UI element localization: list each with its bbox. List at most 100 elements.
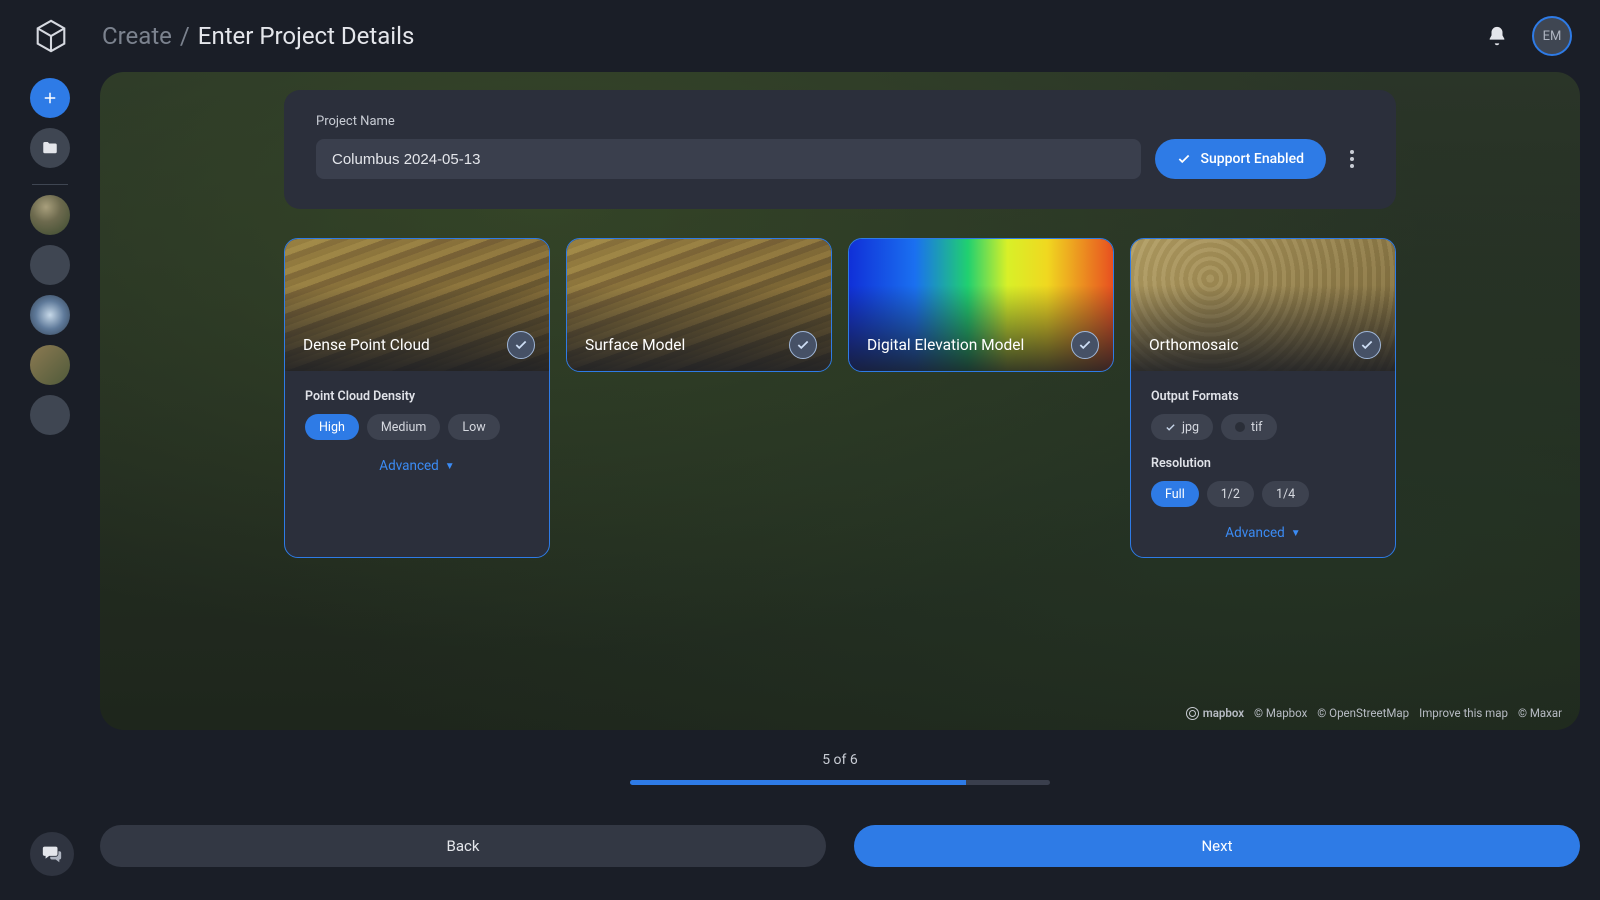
resolution-quarter[interactable]: 1/4: [1262, 481, 1309, 507]
card-title-row: Digital Elevation Model: [867, 331, 1099, 359]
caret-down-icon: ▼: [1291, 528, 1301, 539]
map-attribution: mapbox © Mapbox © OpenStreetMap Improve …: [1186, 706, 1562, 720]
format-jpg-label: jpg: [1182, 420, 1199, 435]
attrib-maxar[interactable]: © Maxar: [1518, 706, 1562, 720]
card-title: Orthomosaic: [1149, 336, 1239, 354]
breadcrumb-root[interactable]: Create: [102, 22, 172, 50]
density-medium[interactable]: Medium: [367, 414, 440, 440]
check-icon: [1177, 152, 1191, 166]
advanced-toggle[interactable]: Advanced ▼: [1151, 525, 1375, 541]
kebab-icon: [1350, 150, 1354, 168]
check-icon: [796, 338, 810, 352]
recent-project-5[interactable]: [30, 395, 70, 435]
card-hero: Surface Model: [567, 239, 831, 371]
header-actions: EM: [1486, 16, 1572, 56]
card-title: Dense Point Cloud: [303, 336, 430, 354]
resolution-options: Full 1/2 1/4: [1151, 481, 1375, 507]
user-avatar[interactable]: EM: [1532, 16, 1572, 56]
density-high[interactable]: High: [305, 414, 359, 440]
next-button[interactable]: Next: [854, 825, 1580, 867]
sidebar-separator: [32, 184, 68, 185]
support-label: Support Enabled: [1201, 151, 1304, 167]
project-name-panel: Project Name Support Enabled: [284, 90, 1396, 209]
wizard-footer: 5 of 6 Back Next: [100, 730, 1580, 900]
card-select-toggle[interactable]: [789, 331, 817, 359]
check-icon: [1078, 338, 1092, 352]
support-chat-button[interactable]: [30, 832, 74, 876]
formats-label: Output Formats: [1151, 389, 1375, 404]
bell-icon: [1486, 25, 1508, 47]
attrib-mapbox[interactable]: © Mapbox: [1254, 706, 1307, 720]
recent-project-2[interactable]: [30, 245, 70, 285]
check-icon: [1360, 338, 1374, 352]
density-options: High Medium Low: [305, 414, 529, 440]
recent-project-3[interactable]: [30, 295, 70, 335]
mapbox-brand: mapbox: [1203, 706, 1244, 720]
attrib-osm[interactable]: © OpenStreetMap: [1317, 706, 1409, 720]
card-body: Point Cloud Density High Medium Low Adva…: [285, 371, 549, 490]
progress-bar: [630, 780, 1050, 785]
card-body: Output Formats jpg tif Resolution Full 1…: [1131, 371, 1395, 557]
card-title-row: Orthomosaic: [1149, 331, 1381, 359]
card-orthomosaic: Orthomosaic Output Formats jpg tif: [1130, 238, 1396, 558]
card-title: Surface Model: [585, 336, 685, 354]
app-logo: [32, 17, 70, 55]
mapbox-icon: [1186, 707, 1199, 720]
unchecked-dot-icon: [1235, 422, 1245, 432]
folder-icon: [41, 139, 59, 157]
card-select-toggle[interactable]: [1353, 331, 1381, 359]
recent-project-1[interactable]: [30, 195, 70, 235]
card-hero: Digital Elevation Model: [849, 239, 1113, 371]
advanced-label: Advanced: [1225, 525, 1285, 541]
check-icon: [514, 338, 528, 352]
back-button[interactable]: Back: [100, 825, 826, 867]
output-cards: Dense Point Cloud Point Cloud Density Hi…: [284, 238, 1396, 558]
breadcrumb-current: Enter Project Details: [198, 22, 415, 50]
resolution-full[interactable]: Full: [1151, 481, 1199, 507]
resolution-half[interactable]: 1/2: [1207, 481, 1254, 507]
progress-fill: [630, 780, 966, 785]
card-digital-elevation-model: Digital Elevation Model: [848, 238, 1114, 372]
plus-icon: [41, 89, 59, 107]
chat-icon: [41, 843, 63, 865]
card-select-toggle[interactable]: [507, 331, 535, 359]
card-surface-model: Surface Model: [566, 238, 832, 372]
avatar-initials: EM: [1543, 29, 1562, 44]
format-jpg[interactable]: jpg: [1151, 414, 1213, 440]
breadcrumb: Create / Enter Project Details: [102, 22, 414, 50]
wizard-nav: Back Next: [100, 825, 1580, 867]
density-low[interactable]: Low: [448, 414, 499, 440]
card-select-toggle[interactable]: [1071, 331, 1099, 359]
support-toggle[interactable]: Support Enabled: [1155, 139, 1326, 179]
card-title-row: Dense Point Cloud: [303, 331, 535, 359]
card-dense-point-cloud: Dense Point Cloud Point Cloud Density Hi…: [284, 238, 550, 558]
advanced-label: Advanced: [379, 458, 439, 474]
recent-project-4[interactable]: [30, 345, 70, 385]
sidebar: [0, 72, 100, 900]
logo-icon: [32, 17, 70, 55]
projects-button[interactable]: [30, 128, 70, 168]
density-label: Point Cloud Density: [305, 389, 529, 404]
card-title-row: Surface Model: [585, 331, 817, 359]
check-icon: [1165, 422, 1176, 433]
card-hero: Dense Point Cloud: [285, 239, 549, 371]
project-name-row: Support Enabled: [316, 139, 1364, 179]
main-canvas: Project Name Support Enabled Dense Point…: [100, 72, 1580, 730]
create-button[interactable]: [30, 78, 70, 118]
notifications-button[interactable]: [1486, 25, 1508, 47]
format-tif-label: tif: [1251, 420, 1262, 435]
card-hero: Orthomosaic: [1131, 239, 1395, 371]
header: Create / Enter Project Details EM: [0, 0, 1600, 72]
advanced-toggle[interactable]: Advanced ▼: [305, 458, 529, 474]
card-title: Digital Elevation Model: [867, 336, 1024, 354]
attrib-improve[interactable]: Improve this map: [1419, 706, 1508, 720]
format-options: jpg tif: [1151, 414, 1375, 440]
panel-menu-button[interactable]: [1340, 147, 1364, 171]
project-name-input[interactable]: [316, 139, 1141, 179]
breadcrumb-separator: /: [180, 22, 190, 50]
step-indicator: 5 of 6: [822, 752, 858, 768]
resolution-label: Resolution: [1151, 456, 1375, 471]
caret-down-icon: ▼: [445, 461, 455, 472]
mapbox-logo: mapbox: [1186, 706, 1244, 720]
format-tif[interactable]: tif: [1221, 414, 1276, 440]
